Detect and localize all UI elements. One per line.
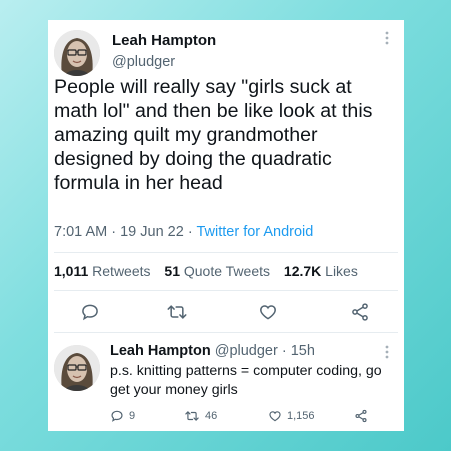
tweet-time[interactable]: 7:01 AM [54,224,107,240]
meta-separator: · [187,224,193,240]
retweets-stat[interactable]: 1,011 Retweets [54,263,151,279]
likes-count: 12.7K [283,263,322,279]
reply-retweet-button[interactable]: 46 [184,409,217,423]
divider [54,332,398,333]
more-icon[interactable] [384,30,390,49]
quote-count: 51 [164,263,180,279]
tweet-meta: 7:01 AM · 19 Jun 22 · Twitter for Androi… [54,224,313,240]
avatar-image [54,30,100,76]
reply-like-button[interactable]: 1,156 [268,409,315,423]
divider [54,290,398,291]
retweet-count: 46 [205,410,218,422]
author-handle[interactable]: @pludger [112,54,175,70]
avatar-image [54,345,100,391]
reply-avatar[interactable] [54,345,100,391]
retweet-icon [185,411,199,421]
reply-action-bar: 9 46 1,156 [110,409,390,425]
retweets-label: Retweets [92,263,151,279]
likes-stat[interactable]: 12.7K Likes [284,263,358,279]
reply-more-icon[interactable] [384,344,390,363]
like-count: 1,156 [287,410,315,422]
like-icon [269,411,281,422]
avatar[interactable] [54,30,100,76]
tweet-source-link[interactable]: Twitter for Android [196,224,313,240]
reply-share-button[interactable] [354,409,368,423]
divider [54,252,398,253]
action-bar [48,302,404,324]
tweet-date[interactable]: 19 Jun 22 [120,224,184,240]
share-icon [355,409,367,423]
share-icon[interactable] [350,302,370,327]
quote-tweets-stat[interactable]: 51 Quote Tweets [164,263,270,279]
like-icon[interactable] [258,302,278,327]
tweet-text: People will really say "girls suck at ma… [54,76,373,194]
engagement-stats: 1,011 Retweets 51 Quote Tweets 12.7K Lik… [54,263,358,279]
reply-author-handle[interactable]: @pludger [215,343,278,359]
reply-reply-button[interactable]: 9 [110,409,135,423]
reply-text: p.s. knitting patterns = computer coding… [110,363,382,398]
reply-age[interactable]: · 15h [282,343,315,359]
quote-label: Quote Tweets [183,263,271,279]
author-name[interactable]: Leah Hampton [112,32,216,49]
likes-label: Likes [325,263,358,279]
reply-author-name[interactable]: Leah Hampton [110,343,211,359]
reply-icon [111,410,123,422]
reply-icon[interactable] [80,302,100,327]
reply-count: 9 [129,410,136,422]
retweets-count: 1,011 [54,263,89,279]
tweet-card: Leah Hampton @pludger People will really… [48,20,404,431]
retweet-icon[interactable] [166,302,188,327]
reply-header: Leah Hampton @pludger · 15h [110,343,315,359]
meta-separator: · [111,224,117,240]
